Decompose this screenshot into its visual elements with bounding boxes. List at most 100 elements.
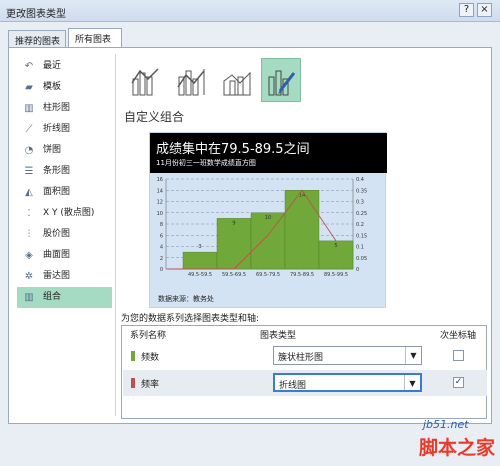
stacked-area-column-icon	[223, 71, 251, 96]
bar-data-label: 3	[198, 244, 201, 250]
sidebar-item-label: 曲面图	[43, 250, 71, 260]
custom-combo-pencil-icon	[268, 70, 296, 96]
sidebar-item[interactable]: ⟋ 折线图	[17, 119, 112, 140]
sidebar-item-label: 条形图	[43, 166, 71, 176]
chevron-down-icon[interactable]: ▼	[405, 347, 421, 364]
watermark-url: jb51.net	[423, 418, 469, 431]
chart-type-value: 折线图	[279, 381, 307, 391]
sidebar-item-label: 雷达图	[43, 271, 71, 281]
sidebar-item-label: 面积图	[43, 187, 71, 197]
sidebar-item[interactable]: ◈ 曲面图	[17, 245, 112, 266]
series-name: 频率	[141, 380, 160, 390]
sidebar-item-label: 组合	[43, 292, 62, 302]
x-tick-label: 49.5-59.5	[188, 272, 212, 278]
folder-icon: ▰	[25, 82, 33, 93]
clustered-column-line-icon	[131, 68, 159, 96]
x-tick-label: 59.5-69.5	[222, 272, 246, 278]
combo-subtype-1[interactable]	[125, 58, 165, 102]
y2-tick-label: 0.25	[356, 211, 367, 217]
sidebar-item-label: 最近	[43, 61, 62, 71]
title-bar: 更改图表类型 ? ×	[0, 0, 500, 22]
table-row: 频率 折线图 ▼ ✓	[123, 370, 487, 396]
line-chart-icon: ⟋	[25, 124, 33, 135]
y2-tick-label: 0.35	[356, 188, 367, 194]
divider	[115, 54, 116, 416]
sidebar-item[interactable]: ▥ 组合	[17, 287, 112, 308]
header-chart-type: 图表类型	[260, 331, 297, 341]
chart-title: 成绩集中在79.5-89.5之间	[156, 142, 310, 157]
bar-data-label: 9	[232, 220, 235, 226]
series-color-swatch	[131, 378, 135, 388]
sidebar-item[interactable]: ↶ 最近	[17, 56, 112, 77]
data-source-note: 数据来源：教务处	[158, 295, 214, 303]
column-line-secondary-axis-icon	[177, 69, 205, 96]
stock-chart-icon: ⫶	[27, 229, 31, 240]
dialog-content: ↶ 最近 ▰ 模板 ▥ 柱形图 ⟋ 折线图 ◔ 饼图 ☰ 条形图 ◭ 面积图 ⁚ X Y (散点图) ⫶ 股价图 ◈…	[8, 47, 492, 424]
header-secondary-axis: 次坐标轴	[440, 331, 477, 341]
pie-chart-icon: ◔	[24, 145, 34, 156]
y-tick-label: 6	[160, 233, 163, 239]
y-tick-label: 8	[160, 222, 163, 228]
area-chart-icon: ◭	[25, 187, 33, 198]
y2-tick-label: 0.1	[356, 245, 364, 251]
sidebar-item[interactable]: ◭ 面积图	[17, 182, 112, 203]
sidebar-item[interactable]: ⫶ 股价图	[17, 224, 112, 245]
window-title: 更改图表类型	[6, 9, 66, 20]
sidebar-item-label: 模板	[43, 82, 62, 92]
chart-preview: 成绩集中在79.5-89.5之间 11月份初三一班数学成绩直方图 0 2 4 6 8 10…	[149, 132, 387, 308]
x-tick-label: 69.5-79.5	[256, 272, 280, 278]
chart-subtitle: 11月份初三一班数学成绩直方图	[156, 159, 256, 167]
watermark: jb51.net 脚本之家	[419, 418, 499, 464]
y2-tick-label: 0.3	[356, 200, 364, 206]
sidebar-item[interactable]: ◔ 饼图	[17, 140, 112, 161]
y2-tick-label: 0.4	[356, 177, 364, 183]
tab-all-charts[interactable]: 所有图表	[68, 28, 122, 47]
close-button[interactable]: ×	[477, 3, 492, 17]
scatter-chart-icon: ⁚	[27, 208, 31, 219]
header-series-name: 系列名称	[130, 331, 167, 341]
chart-category-list: ↶ 最近 ▰ 模板 ▥ 柱形图 ⟋ 折线图 ◔ 饼图 ☰ 条形图 ◭ 面积图 ⁚ X Y (散点图) ⫶ 股价图 ◈…	[17, 56, 112, 308]
sidebar-item[interactable]: ⁚ X Y (散点图)	[17, 203, 112, 224]
bar-chart-icon: ☰	[24, 166, 34, 177]
watermark-logo-text: 脚本之家	[419, 437, 496, 459]
y-tick-label: 14	[157, 188, 163, 194]
y2-tick-label: 0.05	[356, 256, 367, 262]
table-row: 频数 簇状柱形图 ▼	[123, 343, 487, 369]
y-tick-label: 16	[157, 177, 163, 183]
secondary-axis-checkbox[interactable]: ✓	[453, 377, 464, 388]
combo-subtype-3[interactable]	[217, 58, 257, 102]
sidebar-item[interactable]: ▥ 柱形图	[17, 98, 112, 119]
y2-tick-label: 0.15	[356, 233, 367, 239]
sidebar-item-label: 折线图	[43, 124, 71, 134]
combo-subtype-2[interactable]	[171, 58, 211, 102]
bar	[284, 190, 320, 270]
combo-chart-icon: ▥	[24, 292, 34, 303]
column-chart-icon: ▥	[24, 103, 34, 114]
series-assign-label: 为您的数据系列选择图表类型和轴:	[121, 314, 260, 324]
help-button[interactable]: ?	[459, 3, 474, 17]
radar-chart-icon: ✲	[24, 271, 34, 282]
tab-recommended-charts[interactable]: 推荐的图表	[8, 30, 66, 47]
series-table: 系列名称 图表类型 次坐标轴 频数 簇状柱形图 ▼ 频率 折线图 ▼ ✓	[121, 325, 487, 419]
surface-chart-icon: ◈	[25, 250, 33, 261]
histogram-chart: 0 2 4 6 8 10 12 14 16 0 0.05 0.1 0.15 0.2 0.25 0.3 0.35 0…	[157, 177, 368, 278]
sidebar-item[interactable]: ✲ 雷达图	[17, 266, 112, 287]
y-tick-label: 12	[157, 200, 163, 206]
sidebar-item[interactable]: ▰ 模板	[17, 77, 112, 98]
chart-type-value: 簇状柱形图	[278, 353, 324, 363]
combo-subtype-custom[interactable]	[261, 58, 301, 102]
bar	[182, 251, 218, 270]
chart-type-select[interactable]: 折线图 ▼	[273, 373, 422, 392]
chart-type-select[interactable]: 簇状柱形图 ▼	[273, 346, 422, 365]
bar-data-label: 10	[265, 215, 271, 221]
secondary-axis-checkbox[interactable]	[453, 350, 464, 361]
series-color-swatch	[131, 351, 135, 361]
y2-tick-label: 0.2	[356, 222, 364, 228]
sidebar-item-label: 饼图	[43, 145, 62, 155]
y-tick-label: 4	[160, 245, 163, 251]
chevron-down-icon[interactable]: ▼	[404, 375, 420, 390]
sidebar-item-label: 股价图	[43, 229, 71, 239]
y-tick-label: 0	[160, 267, 163, 273]
sidebar-item-label: X Y (散点图)	[43, 208, 95, 218]
sidebar-item[interactable]: ☰ 条形图	[17, 161, 112, 182]
